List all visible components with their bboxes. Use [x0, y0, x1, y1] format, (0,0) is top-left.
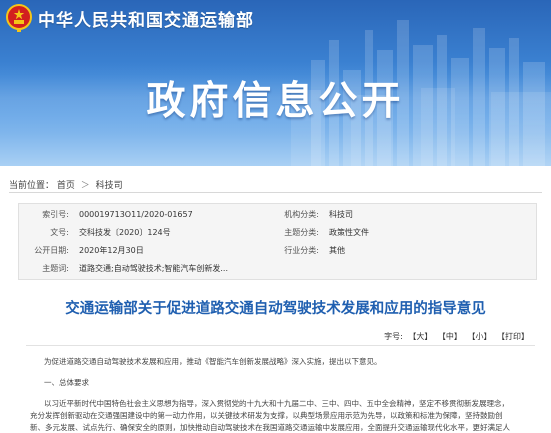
- info-row-industry: 行业分类: 其他: [249, 242, 529, 259]
- header-banner: 中华人民共和国交通运输部 政府信息公开: [0, 0, 551, 166]
- font-size-controls: 字号: 【大】 【中】 【小】 【打印】: [384, 331, 529, 342]
- font-size-label: 字号:: [384, 332, 403, 341]
- info-row-index: 索引号: 000019713O11/2020-01657: [19, 206, 279, 223]
- info-row-keywords: 主题词: 道路交通;自动驾驶技术;智能汽车创新发...: [19, 260, 279, 277]
- breadcrumb-divider: [9, 192, 542, 193]
- breadcrumb-prefix: 当前位置：: [9, 181, 55, 191]
- banner-heading: 政府信息公开: [146, 79, 405, 124]
- info-label: 行业分类:: [284, 246, 319, 255]
- article-paragraph: 充分发挥创新驱动在交通强国建设中的第一动力作用，以关键技术研发为支撑，以典型场景…: [30, 411, 503, 420]
- article-paragraph: 新、多元发展、试点先行、确保安全的原则，加快推动自动驾驶技术在我国道路交通运输中…: [30, 423, 510, 432]
- info-value: 道路交通;自动驾驶技术;智能汽车创新发...: [79, 264, 229, 273]
- font-size-large-button[interactable]: 【大】: [408, 332, 432, 341]
- info-label: 机构分类:: [284, 210, 319, 219]
- info-row-topic: 主题分类: 政策性文件: [249, 224, 529, 241]
- article-paragraph: 以习近平新时代中国特色社会主义思想为指导，深入贯彻党的十九大和十九届二中、三中、…: [44, 399, 509, 408]
- article-title: 交通运输部关于促进道路交通自动驾驶技术发展和应用的指导意见: [65, 301, 486, 317]
- breadcrumb-home-link[interactable]: 首页: [57, 181, 75, 191]
- info-value: 2020年12月30日: [79, 246, 144, 255]
- national-emblem-icon: [6, 4, 32, 32]
- document-info-panel: 索引号: 000019713O11/2020-01657 文号: 交科技发〔20…: [18, 203, 537, 280]
- info-row-publish-date: 公开日期: 2020年12月30日: [19, 242, 279, 259]
- breadcrumb-keji-link[interactable]: 科技司: [96, 181, 123, 191]
- article-paragraph: 为促进道路交通自动驾驶技术发展和应用，推动《智能汽车创新发展战略》深入实施，提出…: [44, 357, 382, 366]
- info-label: 索引号:: [42, 210, 69, 219]
- info-value: 科技司: [329, 210, 353, 219]
- font-size-medium-button[interactable]: 【中】: [438, 332, 462, 341]
- info-label: 公开日期:: [34, 246, 69, 255]
- info-value: 交科技发〔2020〕124号: [79, 228, 171, 237]
- info-row-doc-number: 文号: 交科技发〔2020〕124号: [19, 224, 279, 241]
- info-value: 000019713O11/2020-01657: [79, 210, 193, 219]
- info-label: 主题词:: [42, 264, 69, 273]
- info-label: 主题分类:: [284, 228, 319, 237]
- breadcrumb: 当前位置： 首页 ＞ 科技司: [9, 178, 123, 191]
- info-value: 政策性文件: [329, 228, 369, 237]
- info-row-agency: 机构分类: 科技司: [249, 206, 529, 223]
- article-section-heading: 一、总体要求: [44, 378, 89, 387]
- breadcrumb-separator: ＞: [80, 181, 90, 191]
- article-divider: [26, 345, 535, 346]
- info-value: 其他: [329, 246, 345, 255]
- font-size-small-button[interactable]: 【小】: [467, 332, 491, 341]
- site-title[interactable]: 中华人民共和国交通运输部: [38, 6, 254, 31]
- info-label: 文号:: [50, 228, 69, 237]
- print-button[interactable]: 【打印】: [497, 332, 529, 341]
